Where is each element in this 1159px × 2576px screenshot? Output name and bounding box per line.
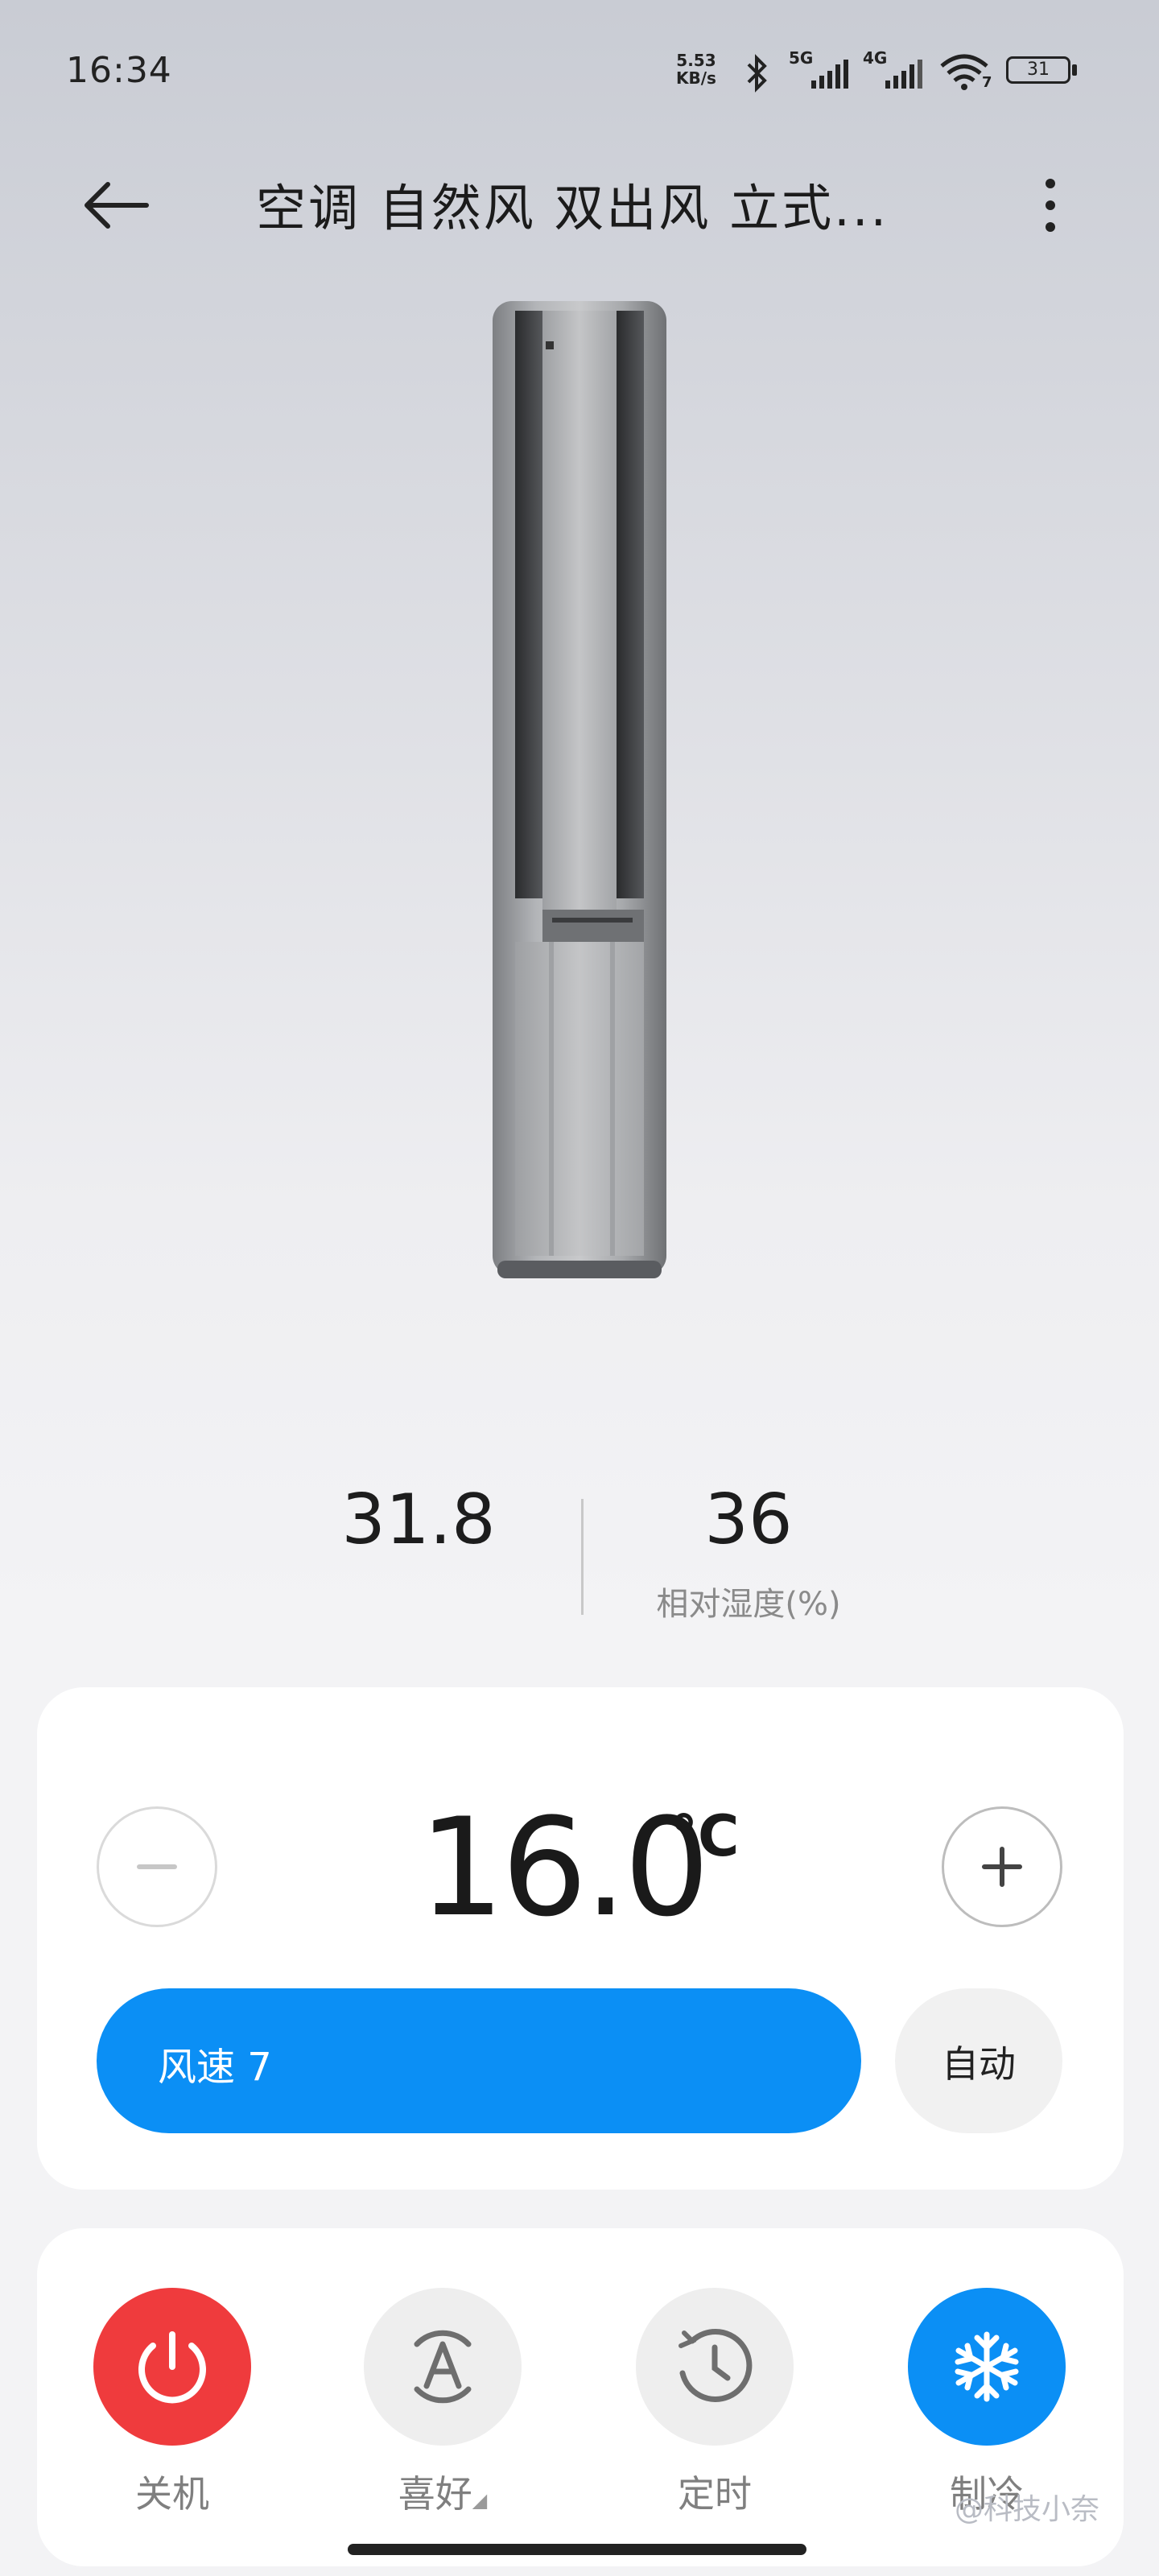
decrease-temp-button[interactable] <box>97 1806 217 1927</box>
preference-label-text: 喜好 <box>398 2472 472 2516</box>
status-time: 16:34 <box>66 50 172 91</box>
air-conditioner-image <box>493 301 666 1278</box>
fan-speed-slider[interactable]: 风速 7 <box>97 1988 861 2133</box>
net-speed: 5.53 KB/s <box>676 52 716 87</box>
humidity-value: 36 <box>704 1480 793 1560</box>
status-icons: 5.53 KB/s 5G 4G 7 31 <box>676 47 1095 95</box>
auto-mode-icon <box>414 2330 472 2404</box>
net-speed-value: 5.53 <box>676 51 716 70</box>
temperature-unit: °C <box>670 1803 740 1869</box>
power-icon <box>138 2331 206 2404</box>
preference-button[interactable] <box>364 2288 522 2446</box>
readings-divider <box>581 1499 584 1615</box>
battery-tip <box>1072 64 1077 76</box>
watermark: @科技小奈 <box>955 2493 1100 2526</box>
fan-speed-label: 风速 7 <box>158 2045 272 2090</box>
cooling-mode-button[interactable] <box>908 2288 1066 2446</box>
battery-indicator: 31 <box>1006 56 1070 84</box>
dropdown-corner-icon: ◢ <box>472 2489 488 2512</box>
timer-icon <box>678 2328 753 2402</box>
preference-label: 喜好◢ <box>338 2465 547 2518</box>
auto-fan-label: 自动 <box>942 2042 1016 2086</box>
minus-icon <box>137 1864 177 1869</box>
net-speed-unit: KB/s <box>676 68 716 88</box>
plus-icon <box>982 1847 1022 1887</box>
increase-temp-button[interactable] <box>942 1806 1062 1927</box>
timer-label: 定时 <box>678 2472 752 2516</box>
back-button[interactable] <box>80 169 153 242</box>
wifi-sub-label: 7 <box>982 74 992 91</box>
room-temperature-value: 31.8 <box>341 1480 496 1560</box>
more-button[interactable] <box>1022 169 1079 242</box>
home-indicator[interactable] <box>348 2544 806 2555</box>
more-vertical-icon <box>1046 179 1055 232</box>
page-title: 空调 自然风 双出风 立式... <box>256 179 889 237</box>
power-label: 关机 <box>135 2472 209 2516</box>
snowflake-icon <box>955 2331 1019 2402</box>
humidity-label: 相对湿度(%) <box>656 1586 841 1623</box>
power-button[interactable] <box>93 2288 251 2446</box>
auto-fan-button[interactable]: 自动 <box>895 1988 1062 2133</box>
arrow-left-icon <box>85 182 149 229</box>
signal-bars-2-icon <box>885 60 922 89</box>
signal-bars-icon <box>811 60 848 89</box>
timer-button[interactable] <box>636 2288 794 2446</box>
battery-level: 31 <box>1027 60 1050 80</box>
target-temperature-value: 16.0 <box>419 1789 710 1946</box>
bluetooth-icon <box>747 54 767 93</box>
